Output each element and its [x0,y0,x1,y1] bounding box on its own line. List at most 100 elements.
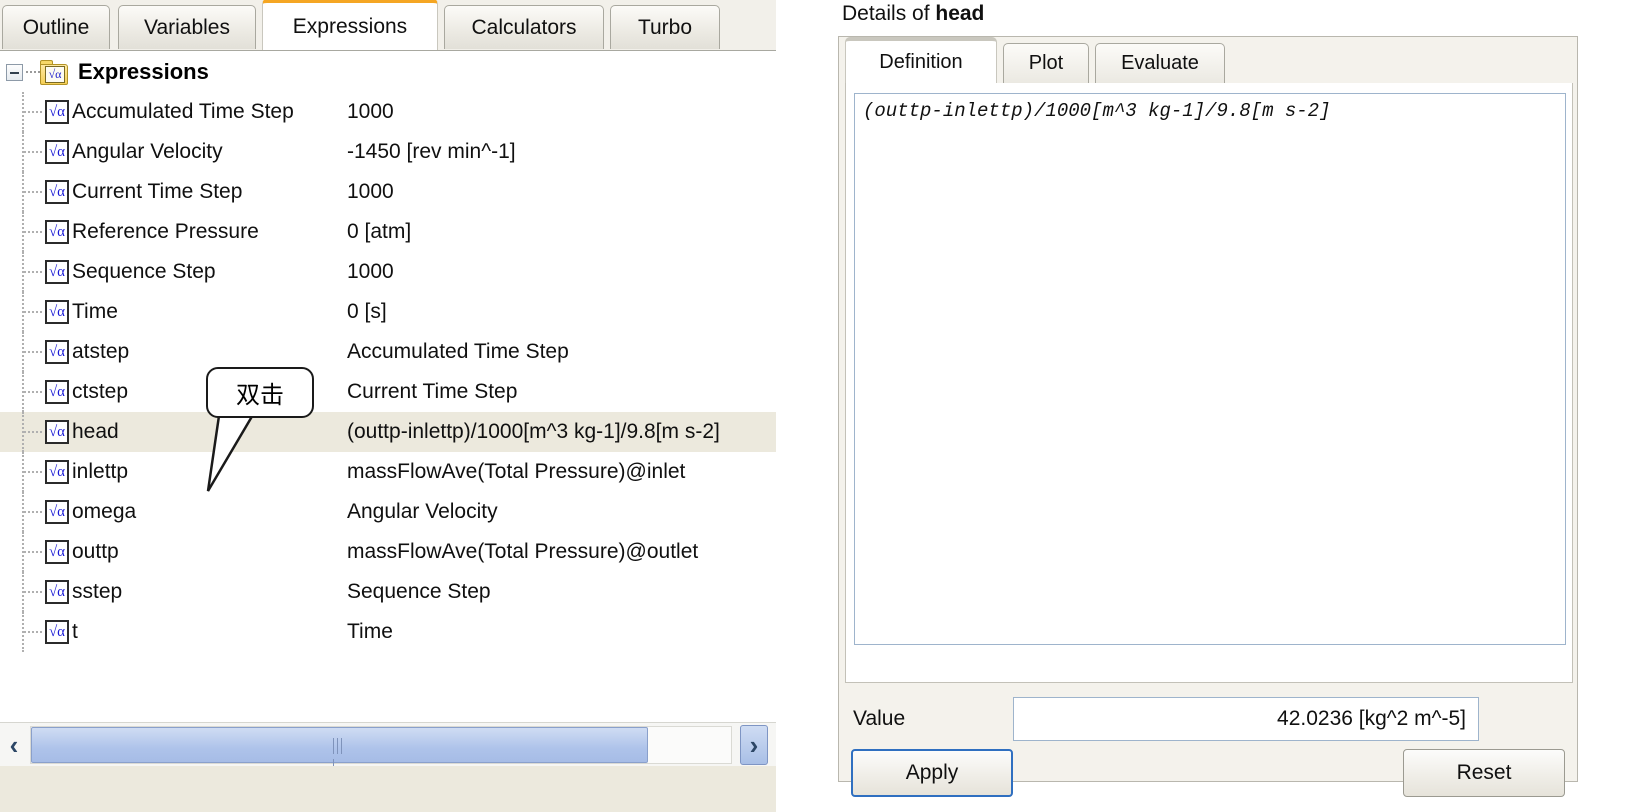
tree-row-container: √α Accumulated Time Step 1000 √α Angular Vel… [0,92,776,652]
expression-item-icon: √α [45,260,69,284]
value-label: Value [853,707,906,730]
expression-name: Sequence Step [72,260,216,283]
tree-row[interactable]: √α Time 0 [s] [0,292,776,332]
expression-value: Time [347,620,393,643]
expression-value: 1000 [347,100,394,123]
value-field[interactable]: 42.0236 [kg^2 m^-5] [1013,697,1479,741]
expression-item-icon: √α [45,140,69,164]
tree-row[interactable]: √α Current Time Step 1000 [0,172,776,212]
details-title-prefix: Details of [842,2,936,25]
tree-row[interactable]: √α outtp massFlowAve(Total Pressure)@outle… [0,532,776,572]
button-label: Apply [905,761,959,784]
tree-root-label: Expressions [78,59,209,84]
tree-branch-line [24,111,42,113]
tree-branch-line [24,151,42,153]
tab-variables[interactable]: Variables [118,5,256,49]
main-tab-bar: Outline Variables Expressions Calculator… [0,0,776,51]
tree-row[interactable]: √α head (outtp-inlettp)/1000[m^3 kg-1]/9.8… [0,412,776,452]
tree-branch-line [24,351,42,353]
scroll-left-arrow-icon[interactable]: ‹ [0,725,28,765]
tree-branch-line [24,591,42,593]
horizontal-scrollbar[interactable]: ‹ › [0,722,776,775]
expression-name: Time [72,300,118,323]
reset-button[interactable]: Reset [1403,749,1565,797]
tab-expressions[interactable]: Expressions [262,0,438,50]
expression-item-icon: √α [45,420,69,444]
scroll-right-arrow-icon[interactable]: › [740,725,768,765]
expression-value: massFlowAve(Total Pressure)@outlet [347,540,699,563]
expression-value: Angular Velocity [347,500,498,523]
tab-evaluate[interactable]: Evaluate [1095,43,1225,83]
tree-row[interactable]: √α Accumulated Time Step 1000 [0,92,776,132]
tree-branch-line [24,551,42,553]
tree-row[interactable]: √α Sequence Step 1000 [0,252,776,292]
tree-row[interactable]: √α sstep Sequence Step [0,572,776,612]
callout-tail-icon [206,401,258,492]
apply-button[interactable]: Apply [851,749,1013,797]
tree-row[interactable]: √α atstep Accumulated Time Step [0,332,776,372]
tree-row[interactable]: √α t Time [0,612,776,652]
tab-label: Evaluate [1121,52,1199,74]
tab-outline[interactable]: Outline [2,5,110,49]
tab-plot[interactable]: Plot [1003,43,1089,83]
tab-label: Expressions [292,14,408,38]
expression-value: -1450 [rev min^-1] [347,140,516,163]
expression-value: Current Time Step [347,380,518,403]
tree-guide-line [26,71,40,73]
details-frame: Definition Plot Evaluate (outtp-inlettp)… [838,36,1578,797]
scrollbar-thumb[interactable] [31,727,648,775]
panel-bottom-strip [0,766,776,812]
expression-value: Accumulated Time Step [347,340,569,363]
tree-branch-line [24,191,42,193]
callout-text: 双击 [236,381,284,409]
tree-row[interactable]: √α omega Angular Velocity [0,492,776,532]
tree-root-node[interactable]: √α Expressions [0,52,776,92]
expression-value: (outtp-inlettp)/1000[m^3 kg-1]/9.8[m s-2… [347,420,720,443]
tree-row[interactable]: √α ctstep Current Time Step [0,372,776,412]
tree-branch-line [24,631,42,633]
tree-branch-line [24,471,42,473]
button-row: Apply Reset [845,749,1573,805]
expression-name: Accumulated Time Step [72,100,294,123]
expression-name: t [72,620,78,643]
tab-label: Calculators [471,15,577,39]
expression-name: outtp [72,540,119,563]
tree-branch-line [24,431,42,433]
tree-row[interactable]: √α Angular Velocity -1450 [rev min^-1] [0,132,776,172]
details-title: Details of head [842,2,984,26]
value-row: Value 42.0236 [kg^2 m^-5] [845,693,1573,745]
expression-item-icon: √α [45,500,69,524]
tab-calculators[interactable]: Calculators [444,5,604,49]
definition-editor[interactable]: (outtp-inlettp)/1000[m^3 kg-1]/9.8[m s-2… [854,93,1566,645]
expressions-panel: Outline Variables Expressions Calculator… [0,0,776,812]
expression-item-icon: √α [45,580,69,604]
expression-name: Current Time Step [72,180,243,203]
tree-branch-line [24,391,42,393]
collapse-expander-icon[interactable] [6,63,23,81]
tab-definition[interactable]: Definition [845,37,997,83]
expression-value: 1000 [347,260,394,283]
expression-value: 0 [atm] [347,220,412,243]
expressions-tree[interactable]: √α Expressions √α Accumulated Time Step 10… [0,52,776,720]
tab-turbo[interactable]: Turbo [610,5,720,49]
expression-item-icon: √α [45,340,69,364]
double-click-callout: 双击 [206,367,314,492]
scrollbar-grip-icon [332,738,347,775]
details-title-name: head [935,2,985,25]
expression-name: sstep [72,580,123,603]
tree-row[interactable]: √α inlettp massFlowAve(Total Pressure)@inl… [0,452,776,492]
expression-item-icon: √α [45,540,69,564]
tab-label: Turbo [637,15,693,39]
expression-name: atstep [72,340,130,363]
scrollbar-track[interactable] [30,726,732,775]
expression-value: 0 [s] [347,300,387,323]
expression-value: 1000 [347,180,394,203]
expression-item-icon: √α [45,300,69,324]
tree-branch-line [24,231,42,233]
arrow-glyph: › [749,729,759,760]
tree-row[interactable]: √α Reference Pressure 0 [atm] [0,212,776,252]
expression-item-icon: √α [45,220,69,244]
button-label: Reset [1456,761,1512,784]
tree-branch-line [24,511,42,513]
tab-label: Definition [879,50,963,73]
